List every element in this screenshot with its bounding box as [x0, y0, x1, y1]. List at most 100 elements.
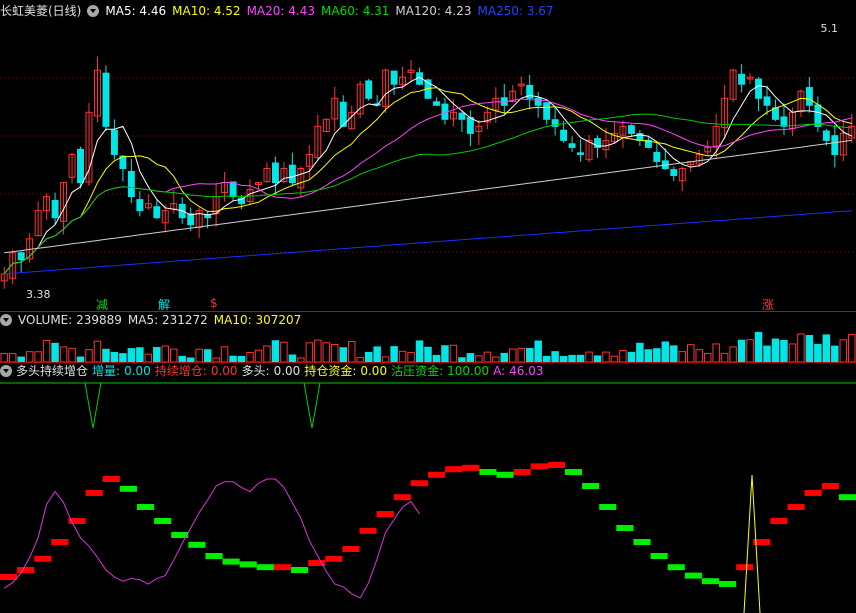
- volume-bar: [432, 354, 441, 362]
- candle-body: [433, 101, 440, 106]
- candle-body: [805, 87, 813, 106]
- volume-bar: [127, 348, 136, 362]
- volume-collapse-icon[interactable]: [0, 314, 12, 326]
- volume-bar: [93, 340, 102, 362]
- candle-body: [534, 97, 542, 106]
- trend-block: [376, 511, 394, 517]
- cc-value: 0.00: [360, 364, 388, 378]
- candlestick-chart[interactable]: 5.1 3.38: [0, 20, 856, 310]
- trend-block: [547, 462, 565, 468]
- indicator-name: 多头持续增仓: [16, 364, 89, 378]
- candle-body: [577, 152, 585, 155]
- volume-bar: [746, 339, 754, 362]
- volume-bar: [509, 348, 517, 362]
- candle-body: [627, 125, 635, 134]
- cx-label: 持续增仓:: [154, 364, 207, 378]
- a-label: A:: [493, 364, 506, 378]
- volume-bar: [271, 340, 280, 362]
- trend-block: [530, 463, 548, 470]
- volume-bar: [466, 353, 475, 362]
- trend-block: [684, 572, 702, 579]
- trend-block: [119, 485, 137, 492]
- volume-bar: [695, 349, 703, 362]
- volume-bar: [322, 342, 331, 362]
- candle-body: [543, 102, 551, 120]
- volume-bar: [85, 349, 93, 362]
- trend-block: [428, 471, 446, 478]
- trend-block: [633, 539, 651, 545]
- trend-block: [154, 518, 172, 524]
- candle-body: [136, 199, 144, 212]
- trend-block: [787, 504, 805, 510]
- candle-body: [466, 117, 474, 134]
- volume-bar: [644, 349, 653, 362]
- trend-block: [85, 490, 103, 496]
- volume-bar: [102, 348, 110, 362]
- volume-bar: [585, 351, 593, 362]
- ma120-label: MA120: 4.23: [395, 4, 472, 18]
- volume-bar: [170, 348, 178, 362]
- volume-bar: [0, 353, 8, 362]
- volume-bar: [314, 339, 322, 362]
- indicator-chart[interactable]: [0, 380, 856, 613]
- volume-bar: [712, 343, 720, 362]
- volume-bar: [110, 351, 119, 362]
- volume-bar: [203, 349, 212, 362]
- ma250-line: [4, 210, 852, 275]
- candle-body: [653, 151, 661, 162]
- volume-bar: [771, 338, 780, 362]
- trend-block: [650, 553, 668, 559]
- indicator-header: 多头持续增仓 增量: 0.00 持续增仓: 0.00 多头: 0.00 持仓资金…: [0, 363, 544, 379]
- volume-bar: [500, 352, 509, 362]
- volume-bar: [161, 345, 170, 362]
- collapse-arrow-icon[interactable]: [87, 5, 100, 17]
- volume-bar: [483, 351, 492, 362]
- indicator-collapse-icon[interactable]: [0, 365, 12, 377]
- volume-chart[interactable]: [0, 328, 856, 362]
- volume-bar: [686, 344, 695, 362]
- high-price-mark: 5.1: [821, 22, 839, 35]
- trend-block: [273, 564, 292, 571]
- candle-body: [102, 72, 110, 127]
- volume-bar: [678, 351, 686, 362]
- candle-body: [153, 206, 161, 219]
- trend-block: [359, 527, 377, 534]
- volume-bar: [814, 343, 822, 362]
- volume-bar: [288, 354, 297, 362]
- volume-bar: [51, 342, 59, 362]
- volume-bar: [373, 346, 381, 362]
- trend-block: [821, 483, 839, 489]
- trend-block: [325, 555, 343, 562]
- volume-value: VOLUME: 239889: [18, 313, 122, 327]
- volume-bar: [754, 331, 763, 362]
- trend-block: [564, 469, 583, 475]
- volume-bar: [25, 351, 34, 362]
- trend-block: [342, 546, 360, 552]
- volume-bar: [729, 346, 737, 362]
- candle-body: [670, 169, 678, 177]
- trend-block: [719, 581, 737, 587]
- ma5-label: MA5: 4.46: [105, 4, 167, 18]
- trend-block: [445, 466, 463, 473]
- volume-bar: [822, 334, 831, 362]
- main-chart-header: 长虹美菱(日线) MA5: 4.46 MA10: 4.52 MA20: 4.43…: [0, 3, 554, 19]
- trend-block: [51, 539, 69, 545]
- ma60-label: MA60: 4.31: [321, 4, 390, 18]
- volume-bar: [305, 342, 314, 362]
- trend-block: [291, 567, 309, 573]
- trend-block: [256, 564, 274, 571]
- volume-bar: [661, 341, 670, 362]
- trend-block: [701, 578, 720, 585]
- volume-bar: [602, 351, 610, 362]
- volume-bar: [627, 351, 636, 362]
- candle-body: [780, 116, 788, 127]
- spike-line: [84, 382, 102, 429]
- trend-block: [0, 574, 18, 580]
- trend-block: [599, 504, 617, 510]
- trend-block: [804, 490, 822, 496]
- volume-bar: [398, 350, 407, 362]
- trend-block: [136, 504, 155, 510]
- candle-body: [831, 135, 839, 155]
- candle-body: [51, 199, 59, 219]
- volume-bar: [619, 350, 627, 362]
